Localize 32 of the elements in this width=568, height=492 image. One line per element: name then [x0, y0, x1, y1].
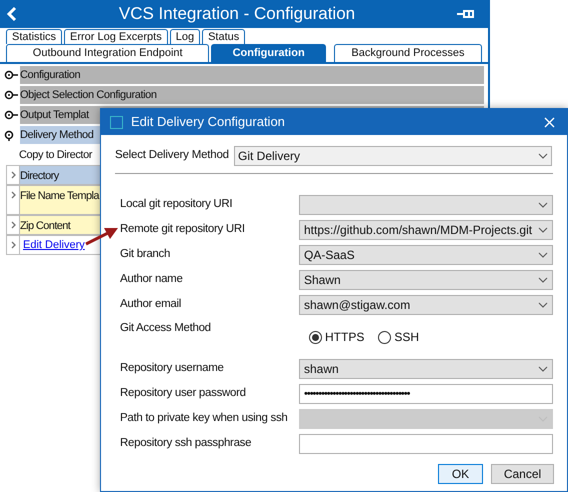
- dropdown-field[interactable]: QA-SaaS: [299, 245, 553, 265]
- tab[interactable]: Configuration: [211, 44, 326, 62]
- window-title: VCS Integration - Configuration: [118, 3, 356, 26]
- dropdown-field[interactable]: Shawn: [299, 270, 553, 290]
- dropdown-field[interactable]: shawn@stigaw.com: [299, 295, 553, 315]
- field-label: Path to private key when using ssh: [120, 411, 289, 426]
- tab[interactable]: Error Log Excerpts: [64, 29, 168, 44]
- radio-label: HTTPS: [325, 329, 364, 346]
- section-header[interactable]: Object Selection Configuration: [20, 86, 484, 104]
- tab[interactable]: Log: [170, 29, 200, 44]
- password-field[interactable]: •••••••••••••••••••••••••••••••••••••: [299, 384, 553, 404]
- radio-label: SSH: [394, 329, 420, 346]
- field-label: Git Access Method: [120, 321, 212, 336]
- dropdown-field[interactable]: Git Delivery: [234, 146, 552, 166]
- field-label: Git branch: [120, 247, 172, 262]
- field-label: Author name: [120, 272, 184, 288]
- tab[interactable]: Outbound Integration Endpoint: [6, 44, 210, 62]
- field-label: Repository username: [120, 361, 225, 376]
- cancel-button[interactable]: Cancel: [491, 464, 554, 484]
- dropdown-field[interactable]: https://github.com/shawn/MDM-Projects.git: [299, 220, 553, 240]
- tab[interactable]: Statistics: [6, 29, 62, 44]
- field-label: Repository user password: [120, 386, 247, 402]
- tab[interactable]: Background Processes: [334, 44, 482, 62]
- field-label: Author email: [120, 297, 182, 312]
- tab[interactable]: Status: [202, 29, 246, 44]
- field-label: Repository ssh passphrase: [120, 436, 252, 452]
- dropdown-field[interactable]: shawn: [299, 359, 553, 379]
- delivery-method-value: Copy to Director: [19, 148, 92, 163]
- ok-button[interactable]: OK: [438, 464, 483, 484]
- section-header[interactable]: Configuration: [20, 66, 484, 84]
- dialog-title: Edit Delivery Configuration: [131, 113, 286, 132]
- field-label: Select Delivery Method: [115, 148, 229, 164]
